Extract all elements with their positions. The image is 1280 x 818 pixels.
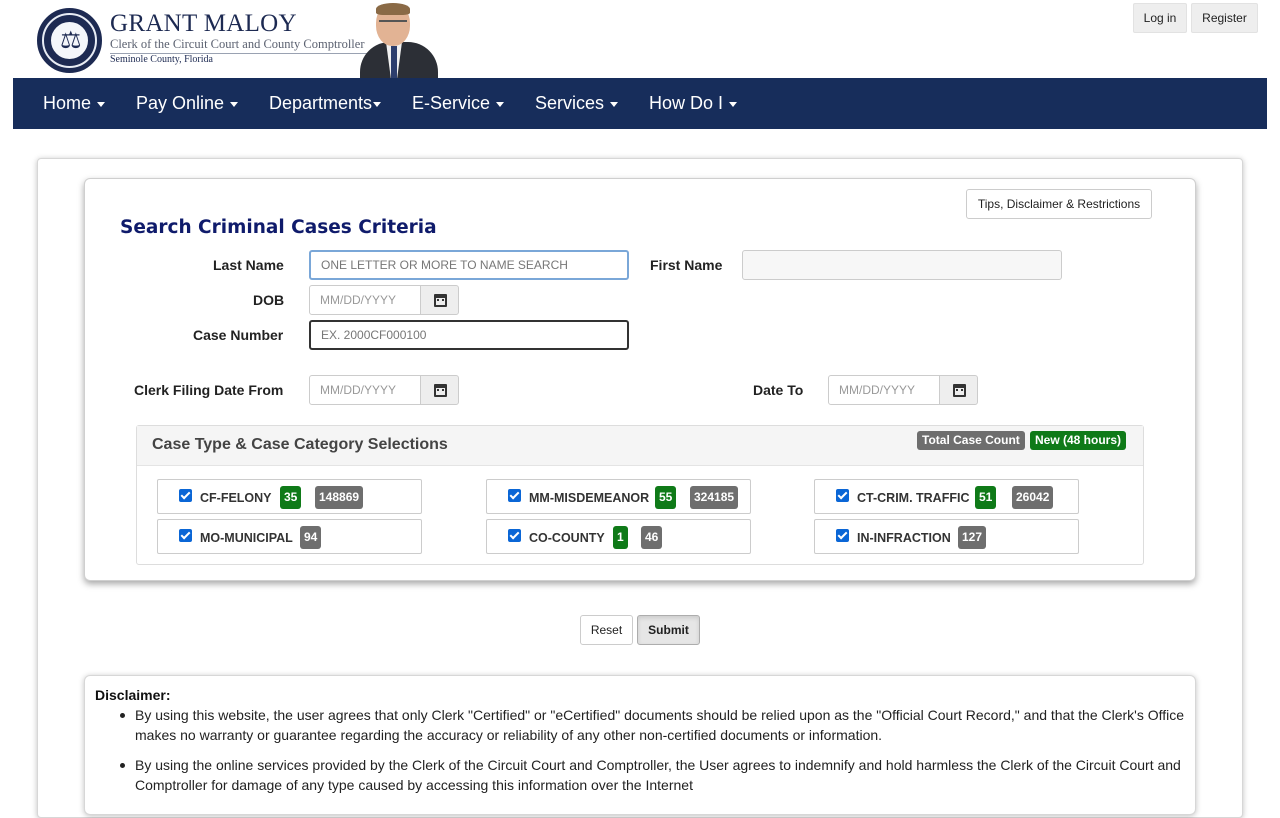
nav-how-do-i-label: How Do I bbox=[649, 93, 724, 113]
total-case-count-badge: Total Case Count bbox=[917, 431, 1025, 450]
checkbox-checked-icon[interactable] bbox=[179, 489, 192, 502]
portrait-hair bbox=[376, 3, 410, 15]
total-count-badge: 148869 bbox=[315, 486, 364, 509]
case-type-option-in-infraction[interactable]: IN-INFRACTION 127 bbox=[814, 519, 1079, 554]
date-to-date-picker: MM/DD/YYYY bbox=[828, 375, 978, 405]
caret-down-icon bbox=[230, 101, 239, 107]
case-number-input[interactable]: EX. 2000CF000100 bbox=[309, 320, 629, 350]
brand-subtitle: Clerk of the Circuit Court and County Co… bbox=[110, 37, 365, 51]
date-to-label: Date To bbox=[753, 382, 804, 398]
case-type-label: CT-CRIM. TRAFFIC bbox=[857, 491, 970, 505]
caret-down-icon bbox=[373, 101, 382, 107]
disclaimer-item-line: Comptroller for damage of any type cause… bbox=[135, 777, 693, 793]
disclaimer-title: Disclaimer: bbox=[95, 687, 171, 703]
disclaimer-item-line: By using this website, the user agrees t… bbox=[135, 707, 1185, 723]
filing-from-input[interactable]: MM/DD/YYYY bbox=[309, 375, 421, 405]
date-to-calendar-button[interactable] bbox=[939, 375, 978, 405]
first-name-input[interactable] bbox=[742, 250, 1062, 280]
page-title: Search Criminal Cases Criteria bbox=[120, 217, 437, 238]
portrait-glasses bbox=[379, 20, 407, 26]
case-type-label: CF-FELONY bbox=[200, 491, 272, 505]
checkbox-checked-icon[interactable] bbox=[836, 489, 849, 502]
disclaimer-item-line: makes no warranty or guarantee regarding… bbox=[135, 727, 883, 743]
nav-pay-online[interactable]: Pay Online bbox=[136, 78, 239, 129]
last-name-input[interactable]: ONE LETTER OR MORE TO NAME SEARCH bbox=[309, 250, 629, 280]
case-type-label: CO-COUNTY bbox=[529, 531, 605, 545]
nav-departments-label: Departments bbox=[269, 93, 373, 113]
brand-name[interactable]: GRANT MALOY bbox=[110, 10, 297, 38]
case-type-option-cf-felony[interactable]: CF-FELONY 35 148869 bbox=[157, 479, 422, 514]
brand-county: Seminole County, Florida bbox=[110, 54, 213, 65]
caret-down-icon bbox=[610, 101, 619, 107]
new-count-badge: 51 bbox=[975, 486, 997, 509]
dob-input[interactable]: MM/DD/YYYY bbox=[309, 285, 421, 315]
caret-down-icon bbox=[496, 101, 505, 107]
total-count-badge: 46 bbox=[641, 526, 663, 549]
nav-home[interactable]: Home bbox=[43, 78, 106, 129]
new-count-badge: 35 bbox=[280, 486, 302, 509]
last-name-label: Last Name bbox=[213, 257, 284, 273]
nav-departments[interactable]: Departments bbox=[269, 78, 382, 129]
total-count-badge: 127 bbox=[958, 526, 987, 549]
reset-button[interactable]: Reset bbox=[580, 615, 633, 645]
dob-calendar-button[interactable] bbox=[420, 285, 459, 315]
clerk-portrait bbox=[360, 2, 438, 78]
case-type-label: IN-INFRACTION bbox=[857, 531, 951, 545]
disclaimer-item-line: By using the online services provided by… bbox=[135, 757, 1181, 773]
case-type-label: MO-MUNICIPAL bbox=[200, 531, 293, 545]
case-type-option-ct-crim-traffic[interactable]: CT-CRIM. TRAFFIC 51 26042 bbox=[814, 479, 1079, 514]
nav-services[interactable]: Services bbox=[535, 78, 619, 129]
new-48-hours-badge: New (48 hours) bbox=[1030, 431, 1127, 450]
case-type-option-mm-misdemeanor[interactable]: MM-MISDEMEANOR 55 324185 bbox=[486, 479, 751, 514]
filing-from-label: Clerk Filing Date From bbox=[134, 382, 284, 398]
submit-button[interactable]: Submit bbox=[637, 615, 700, 645]
bullet-icon bbox=[120, 713, 125, 718]
checkbox-checked-icon[interactable] bbox=[508, 529, 521, 542]
calendar-icon bbox=[434, 384, 447, 397]
checkbox-checked-icon[interactable] bbox=[179, 529, 192, 542]
case-type-option-mo-municipal[interactable]: MO-MUNICIPAL 94 bbox=[157, 519, 422, 554]
case-type-label: MM-MISDEMEANOR bbox=[529, 491, 650, 505]
nav-e-service-label: E-Service bbox=[412, 93, 491, 113]
dob-label: DOB bbox=[253, 292, 285, 308]
filing-from-date-picker: MM/DD/YYYY bbox=[309, 375, 459, 405]
caret-down-icon bbox=[729, 101, 738, 107]
portrait-tie bbox=[391, 46, 397, 78]
case-type-title: Case Type & Case Category Selections bbox=[152, 436, 448, 453]
nav-services-label: Services bbox=[535, 93, 605, 113]
date-to-input[interactable]: MM/DD/YYYY bbox=[828, 375, 940, 405]
login-button[interactable]: Log in bbox=[1133, 3, 1187, 33]
case-number-label: Case Number bbox=[193, 327, 284, 343]
justice-figure-icon: ⚖ bbox=[60, 26, 82, 54]
new-count-badge: 55 bbox=[655, 486, 677, 509]
nav-how-do-i[interactable]: How Do I bbox=[649, 78, 738, 129]
calendar-icon bbox=[434, 294, 447, 307]
total-count-badge: 94 bbox=[300, 526, 322, 549]
case-type-option-co-county[interactable]: CO-COUNTY 1 46 bbox=[486, 519, 751, 554]
checkbox-checked-icon[interactable] bbox=[836, 529, 849, 542]
main-navbar: Home Pay Online Departments E-Service Se… bbox=[13, 78, 1267, 129]
nav-home-label: Home bbox=[43, 93, 92, 113]
caret-down-icon bbox=[97, 101, 106, 107]
tips-disclaimer-button[interactable]: Tips, Disclaimer & Restrictions bbox=[966, 189, 1152, 219]
dob-date-picker: MM/DD/YYYY bbox=[309, 285, 459, 315]
filing-from-calendar-button[interactable] bbox=[420, 375, 459, 405]
first-name-label: First Name bbox=[650, 257, 723, 273]
calendar-icon bbox=[953, 384, 966, 397]
site-header: ⚖ GRANT MALOY Clerk of the Circuit Court… bbox=[0, 0, 1280, 78]
nav-pay-online-label: Pay Online bbox=[136, 93, 225, 113]
total-count-badge: 324185 bbox=[690, 486, 739, 509]
register-button[interactable]: Register bbox=[1191, 3, 1258, 33]
new-count-badge: 1 bbox=[613, 526, 628, 549]
case-type-panel-header: Case Type & Case Category Selections Tot… bbox=[137, 426, 1143, 466]
nav-e-service[interactable]: E-Service bbox=[412, 78, 505, 129]
checkbox-checked-icon[interactable] bbox=[508, 489, 521, 502]
total-count-badge: 26042 bbox=[1012, 486, 1054, 509]
county-seal-icon[interactable]: ⚖ bbox=[37, 8, 102, 73]
bullet-icon bbox=[120, 763, 125, 768]
